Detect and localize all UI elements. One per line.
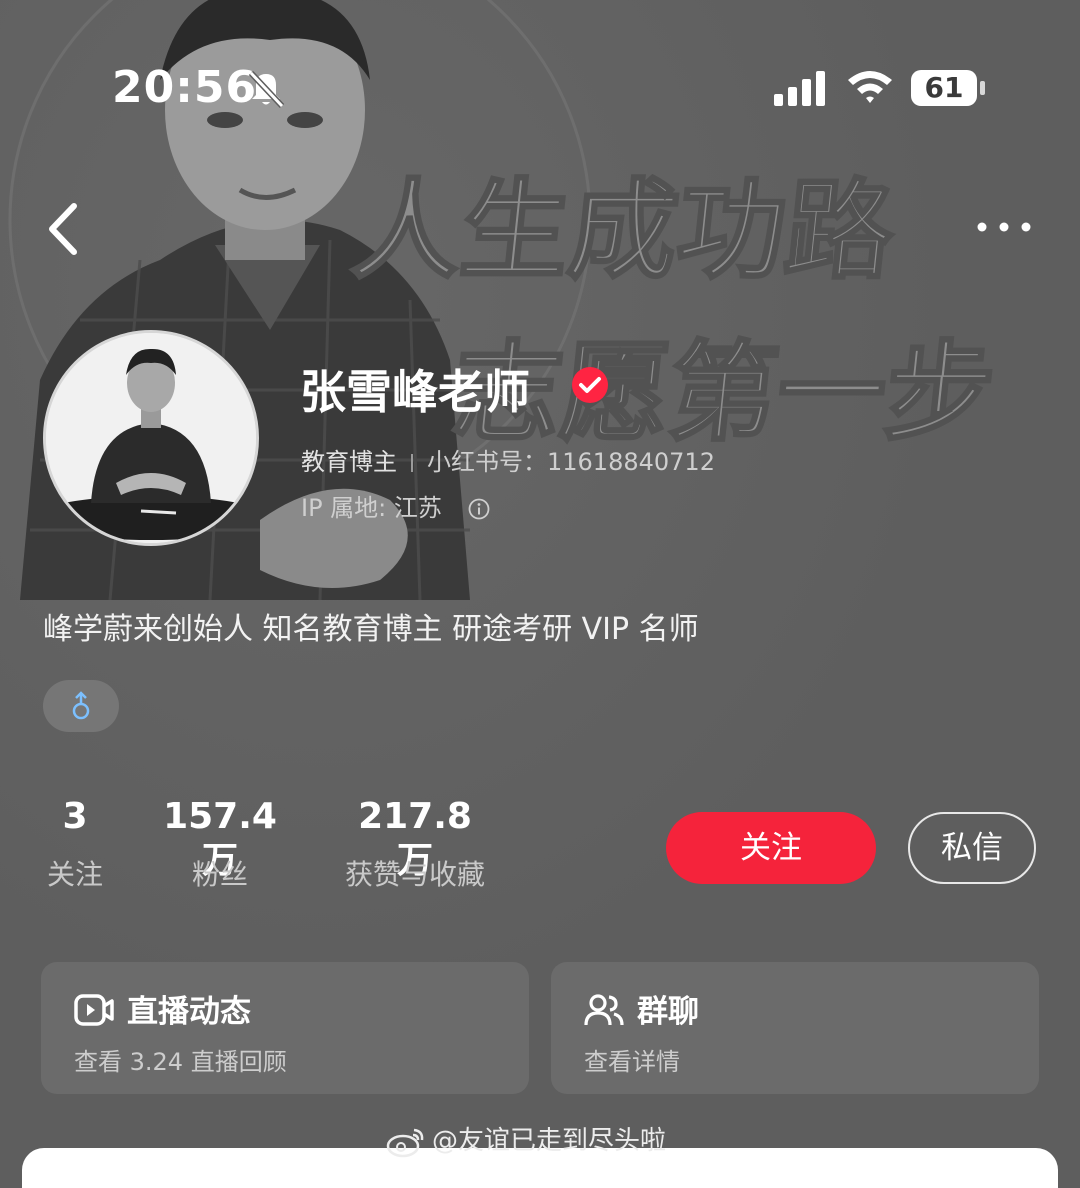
profile-bio: 峰学蔚来创始人 知名教育博主 研途考研 VIP 名师: [43, 612, 699, 647]
signal-icon: [774, 71, 825, 106]
live-video-icon: [74, 994, 114, 1026]
male-icon: [72, 691, 90, 720]
stat-likes-count: 217.8 万: [358, 796, 472, 881]
more-dots-icon[interactable]: [972, 212, 1036, 242]
live-card-subtitle: 查看 3.24 直播回顾: [74, 1048, 287, 1076]
stat-likes-label: 获赞与收藏: [344, 858, 485, 891]
follow-button[interactable]: 关注: [666, 812, 876, 884]
weibo-icon: [386, 1128, 424, 1157]
battery-icon: 61: [911, 70, 977, 106]
stat-fans-count: 157.4 万: [163, 796, 277, 881]
chevron-left-icon[interactable]: [40, 198, 90, 260]
group-chat-card-title: 群聊: [637, 994, 699, 1030]
profile-name: 张雪峰老师: [300, 365, 530, 419]
ip-location-label: IP 属地: 江苏: [301, 494, 442, 522]
stat-fans-label: 粉丝: [191, 858, 248, 891]
stat-following-count: 3: [62, 796, 88, 837]
stat-fans[interactable]: 157.4 万 粉丝: [150, 795, 290, 893]
profile-id-value[interactable]: 11618840712: [547, 448, 715, 476]
gender-tag: [43, 680, 119, 732]
group-chat-icon: [584, 994, 624, 1026]
watermark: @友谊已走到尽头啦: [386, 1120, 666, 1158]
wifi-icon: [848, 71, 892, 103]
stat-following-label: 关注: [46, 858, 103, 891]
svg-text:志愿第一步: 志愿第一步: [447, 329, 1000, 456]
live-card-title: 直播动态: [127, 994, 251, 1030]
watermark-text: @友谊已走到尽头啦: [432, 1126, 667, 1156]
message-button[interactable]: 私信: [908, 812, 1036, 884]
stat-following[interactable]: 3 关注: [44, 795, 106, 893]
bell-slash-icon: [248, 70, 285, 109]
group-chat-card[interactable]: 群聊 查看详情: [551, 962, 1039, 1094]
profile-id-label: 小红书号：: [427, 448, 547, 476]
live-card[interactable]: 直播动态 查看 3.24 直播回顾: [41, 962, 529, 1094]
svg-text:人生成功路: 人生成功路: [347, 167, 901, 294]
verified-badge-icon: [572, 367, 608, 403]
divider: [411, 454, 413, 472]
avatar[interactable]: [43, 330, 259, 546]
status-bar: 20:56 61: [0, 0, 1080, 180]
stat-likes[interactable]: 217.8 万 获赞与收藏: [334, 795, 496, 893]
profile-category: 教育博主: [301, 448, 397, 476]
group-chat-card-subtitle: 查看详情: [584, 1048, 680, 1076]
profile-meta: 教育博主 小红书号：11618840712: [301, 442, 715, 477]
avatar-photo: [46, 333, 256, 543]
info-icon[interactable]: [468, 498, 490, 520]
status-time: 20:56: [112, 62, 258, 113]
battery-cap: [980, 81, 985, 95]
ip-location: IP 属地: 江苏: [301, 488, 490, 523]
